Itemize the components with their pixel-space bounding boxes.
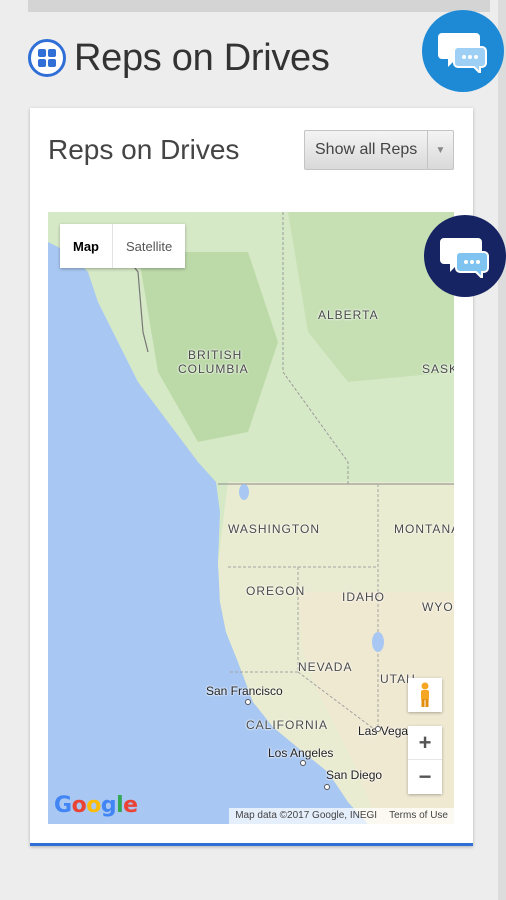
page-title: Reps on Drives bbox=[74, 36, 330, 79]
terms-of-use-link[interactable]: Terms of Use bbox=[383, 808, 454, 824]
scroll-strip bbox=[498, 0, 506, 900]
region-label: COLUMBIA bbox=[178, 362, 249, 376]
region-label: CALIFORNIA bbox=[246, 718, 329, 732]
chat-bubble-icon[interactable] bbox=[424, 215, 506, 297]
grid-circle-icon[interactable] bbox=[28, 39, 66, 77]
zoom-control: + − bbox=[408, 726, 442, 794]
region-label: WASHINGTON bbox=[228, 522, 321, 536]
region-label: SASK bbox=[422, 362, 454, 376]
city-label: San Francisco bbox=[206, 684, 283, 698]
region-label: OREGON bbox=[246, 584, 306, 598]
map-type-map-button[interactable]: Map bbox=[60, 224, 113, 268]
chat-bubble-icon[interactable] bbox=[422, 10, 504, 92]
zoom-out-button[interactable]: − bbox=[408, 760, 442, 794]
reps-card: Reps on Drives Show all Reps ▼ Map Satel… bbox=[30, 108, 473, 846]
map-type-control: Map Satellite bbox=[60, 224, 186, 268]
city-marker bbox=[245, 699, 251, 705]
region-label: BRITISH bbox=[188, 348, 243, 362]
top-bar bbox=[28, 0, 490, 12]
reps-filter-value: Show all Reps bbox=[315, 141, 418, 158]
city-marker bbox=[324, 784, 330, 790]
city-label: Los Angeles bbox=[268, 746, 334, 760]
map-type-satellite-button[interactable]: Satellite bbox=[113, 224, 185, 268]
reps-filter-select[interactable]: Show all Reps ▼ bbox=[304, 130, 454, 170]
region-label: NEVADA bbox=[298, 660, 353, 674]
city-marker bbox=[375, 726, 381, 732]
region-label: MONTANA bbox=[394, 522, 454, 536]
map-data-text: Map data ©2017 Google, INEGI bbox=[235, 810, 378, 821]
city-label: Las Vegas bbox=[358, 724, 415, 738]
city-marker bbox=[300, 760, 306, 766]
map-attribution: Map data ©2017 Google, INEGI Terms of Us… bbox=[229, 808, 454, 824]
region-label: WYO bbox=[422, 600, 454, 614]
region-label: ALBERTA bbox=[318, 308, 379, 322]
zoom-in-button[interactable]: + bbox=[408, 726, 442, 760]
page-header: Reps on Drives bbox=[28, 34, 330, 82]
city-label: San Diego bbox=[326, 768, 383, 782]
google-logo: Google bbox=[54, 793, 138, 818]
map-view[interactable]: Map Satellite ALBERTA BRITISH COLUMBIA S… bbox=[48, 212, 454, 824]
region-label: IDAHO bbox=[342, 590, 386, 604]
pegman-icon[interactable] bbox=[408, 678, 442, 712]
chevron-down-icon: ▼ bbox=[427, 131, 453, 169]
card-title: Reps on Drives bbox=[48, 134, 240, 165]
